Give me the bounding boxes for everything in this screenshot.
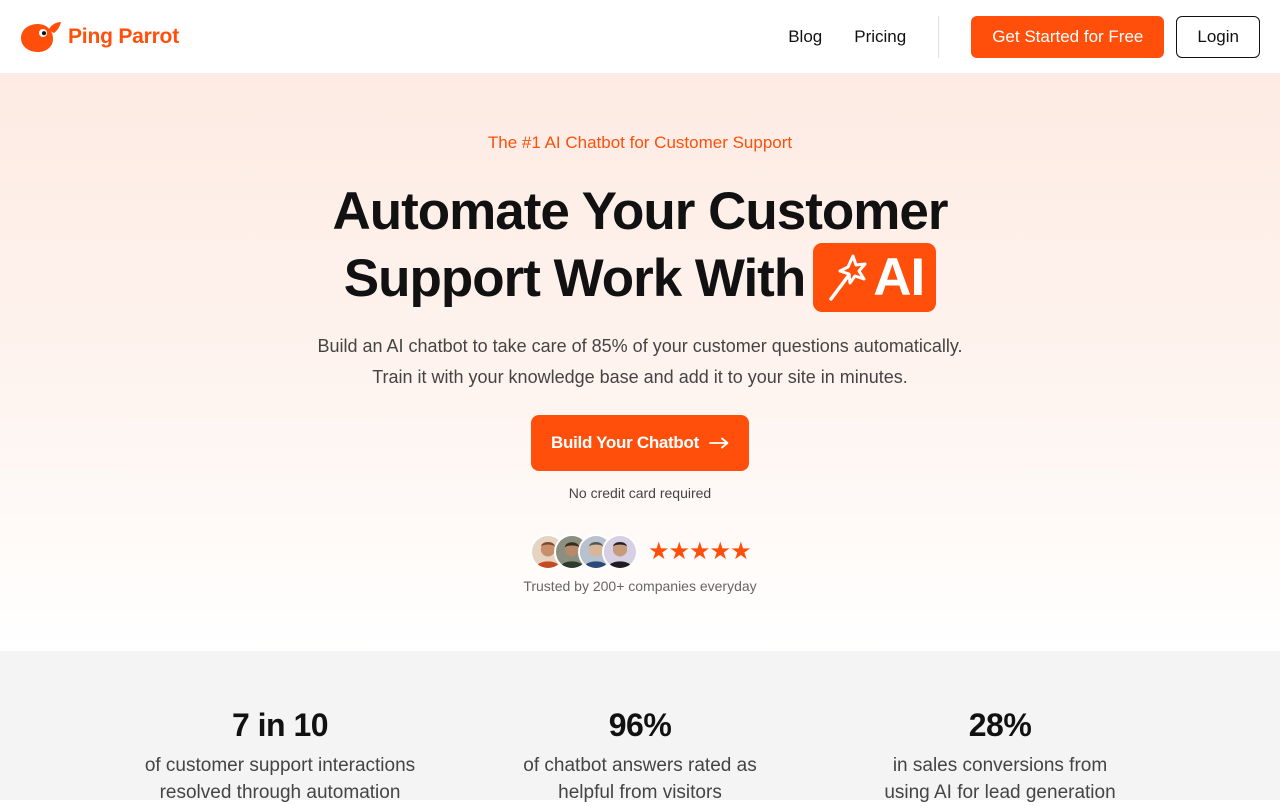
headline-line-2: Support Work With AI xyxy=(0,242,1280,317)
hero-headline: Automate Your Customer Support Work With… xyxy=(0,178,1280,317)
stat-item: 96% of chatbot answers rated as helpful … xyxy=(480,707,800,806)
trusted-by-text: Trusted by 200+ companies everyday xyxy=(523,578,757,594)
stat-description-line-2: using AI for lead generation xyxy=(884,782,1116,803)
stat-description: of customer support interactions resolve… xyxy=(120,752,440,806)
nav-divider xyxy=(938,15,940,58)
brand-name: Ping Parrot xyxy=(68,24,179,48)
build-chatbot-label: Build Your Chatbot xyxy=(551,433,699,452)
five-star-rating: ★★★★★ xyxy=(648,538,752,565)
top-navigation: Ping Parrot Blog Pricing Get Started for… xyxy=(0,0,1280,74)
stat-item: 28% in sales conversions from using AI f… xyxy=(840,707,1160,806)
build-chatbot-button[interactable]: Build Your Chatbot xyxy=(531,415,749,471)
nav-link-blog[interactable]: Blog xyxy=(788,27,822,47)
login-button[interactable]: Login xyxy=(1176,15,1260,58)
hero-section: The #1 AI Chatbot for Customer Support A… xyxy=(0,74,1280,651)
headline-line-1: Automate Your Customer xyxy=(332,182,948,241)
brand-logo-link[interactable]: Ping Parrot xyxy=(20,20,179,54)
stat-description-line-2: helpful from visitors xyxy=(558,782,722,803)
headline-line-2-text: Support Work With xyxy=(343,249,806,308)
stats-section: 7 in 10 of customer support interactions… xyxy=(0,651,1280,803)
stat-description-line-1: of chatbot answers rated as xyxy=(523,755,757,776)
stat-item: 7 in 10 of customer support interactions… xyxy=(120,707,440,806)
stat-description-line-1: of customer support interactions xyxy=(144,755,416,776)
ai-badge: AI xyxy=(813,242,937,312)
stat-value: 96% xyxy=(608,707,672,743)
nav-menu: Blog Pricing Get Started for Free Login xyxy=(788,15,1260,58)
no-credit-card-note: No credit card required xyxy=(568,485,712,501)
parrot-logo-icon xyxy=(21,21,61,52)
ai-badge-label: AI xyxy=(873,247,925,307)
subtext-line-2: Train it with your knowledge base and ad… xyxy=(372,367,908,387)
stat-description: of chatbot answers rated as helpful from… xyxy=(480,752,800,806)
avatar xyxy=(602,534,638,570)
social-proof: ★★★★★ xyxy=(530,533,752,571)
get-started-button[interactable]: Get Started for Free xyxy=(971,15,1165,58)
subtext-line-1: Build an AI chatbot to take care of 85% … xyxy=(317,336,963,356)
nav-link-pricing[interactable]: Pricing xyxy=(854,27,906,47)
hero-eyebrow: The #1 AI Chatbot for Customer Support xyxy=(487,133,793,152)
stat-description-line-1: in sales conversions from xyxy=(892,755,1108,776)
magic-wand-icon xyxy=(829,254,867,301)
arrow-right-icon xyxy=(709,437,729,449)
stat-description: in sales conversions from using AI for l… xyxy=(840,752,1160,806)
stat-value: 28% xyxy=(968,707,1032,743)
stat-value: 7 in 10 xyxy=(231,707,329,743)
stat-description-line-2: resolved through automation xyxy=(159,782,401,803)
hero-subtext: Build an AI chatbot to take care of 85% … xyxy=(0,331,1280,393)
